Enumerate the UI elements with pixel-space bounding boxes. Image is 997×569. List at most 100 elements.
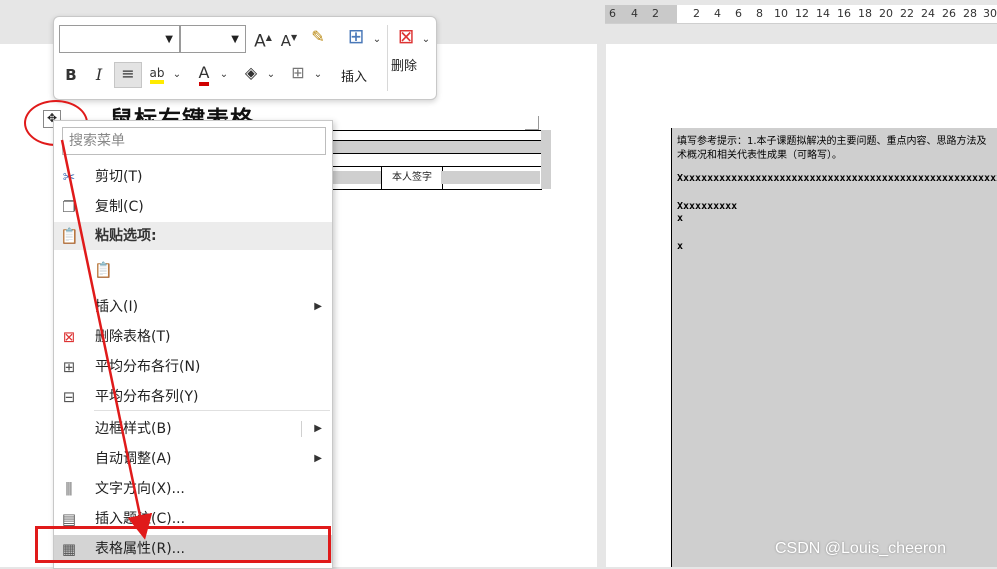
chevron-down-icon[interactable]: ⌄ bbox=[312, 64, 324, 88]
menu-item-label: 复制(C) bbox=[95, 199, 144, 215]
ruler-tick: 28 bbox=[963, 7, 977, 20]
distribute-rows-icon: ⊞ bbox=[62, 358, 76, 376]
shrink-font-button[interactable]: A▼ bbox=[278, 27, 300, 51]
highlight-icon: ab bbox=[149, 66, 165, 84]
delete-table-icon[interactable]: ⊠ bbox=[394, 25, 418, 49]
ruler-tick: 6 bbox=[609, 7, 616, 20]
placeholder-text: x bbox=[677, 213, 684, 224]
signature-cell[interactable]: 本人签字 bbox=[381, 167, 443, 189]
chevron-down-icon[interactable]: ▼ bbox=[165, 34, 173, 45]
table-shaded-column bbox=[541, 130, 551, 189]
insert-table-icon[interactable]: ⊞ bbox=[344, 25, 368, 49]
borders-icon: ⊞ bbox=[291, 63, 305, 82]
chevron-right-icon: ▶ bbox=[314, 301, 322, 312]
table-cell bbox=[441, 171, 540, 184]
placeholder-text: x bbox=[677, 241, 684, 252]
chevron-right-icon: ▶ bbox=[314, 423, 322, 434]
chevron-right-icon: ▶ bbox=[314, 453, 322, 464]
ruler-tick: 16 bbox=[837, 7, 851, 20]
menu-item-label: 粘贴选项: bbox=[95, 228, 157, 244]
page-corner-mark bbox=[538, 116, 539, 130]
menu-item-label: 插入(I) bbox=[95, 299, 139, 315]
menu-item-label: 边框样式(B) bbox=[95, 421, 172, 437]
highlight-button[interactable]: ab bbox=[144, 62, 170, 86]
menu-item-label: 自动调整(A) bbox=[95, 451, 172, 467]
paste-keep-format-button[interactable]: 📋 bbox=[54, 255, 332, 285]
menu-item-autofit[interactable]: 自动调整(A) ▶ bbox=[54, 445, 332, 473]
ruler-tick: 20 bbox=[879, 7, 893, 20]
menu-paste-options-header: 📋 粘贴选项: bbox=[54, 222, 332, 250]
ruler-tick: 14 bbox=[816, 7, 830, 20]
submenu-divider bbox=[301, 421, 302, 437]
menu-item-label: 平均分布各列(Y) bbox=[95, 389, 199, 405]
font-name-combo[interactable]: ▼ bbox=[59, 25, 180, 53]
annotation-highlight-box bbox=[35, 526, 331, 563]
ruler-tick: 8 bbox=[756, 7, 763, 20]
chevron-down-icon[interactable]: ⌄ bbox=[218, 64, 230, 88]
ruler-tick: 2 bbox=[693, 7, 700, 20]
table-row: 本人签字 bbox=[331, 166, 541, 189]
format-painter-button[interactable]: ✎ bbox=[306, 26, 330, 50]
menu-item-distribute-rows[interactable]: ⊞ 平均分布各行(N) bbox=[54, 353, 332, 381]
menu-item-copy[interactable]: ❐ 复制(C) bbox=[54, 193, 332, 221]
menu-item-distribute-columns[interactable]: ⊟ 平均分布各列(Y) bbox=[54, 383, 332, 411]
ruler-tick: 2 bbox=[652, 7, 659, 20]
hint-text: 填写参考提示：1.本子课题拟解决的主要问题、重点内容、思路方法及 bbox=[677, 136, 987, 147]
placeholder-text: Xxxxxxxxxx bbox=[677, 201, 738, 212]
ruler-tick: 30 bbox=[983, 7, 997, 20]
font-color-button[interactable]: A bbox=[192, 62, 216, 86]
document-table[interactable]: 本人签字 bbox=[330, 130, 542, 190]
menu-item-label: 剪切(T) bbox=[95, 169, 143, 185]
mini-toolbar: ▼ ▼ A▲ A▼ ✎ B I ≡ ab ⌄ A ⌄ ◈ ⌄ ⊞ ⌄ ⊞ ⌄ 插… bbox=[53, 16, 437, 100]
chevron-down-icon[interactable]: ⌄ bbox=[421, 29, 431, 53]
table-row bbox=[331, 141, 541, 154]
insert-button[interactable]: 插入 bbox=[341, 66, 367, 85]
menu-divider bbox=[94, 410, 330, 411]
ruler-tick: 6 bbox=[735, 7, 742, 20]
text-direction-icon: ⫼ bbox=[65, 480, 73, 498]
table-row bbox=[331, 131, 541, 141]
ruler-tick: 10 bbox=[774, 7, 788, 20]
ruler-tick: 4 bbox=[714, 7, 721, 20]
ruler-tick: 4 bbox=[631, 7, 638, 20]
chevron-down-icon[interactable]: ⌄ bbox=[372, 29, 382, 53]
delete-button[interactable]: 删除 bbox=[391, 55, 417, 74]
align-center-icon: ≡ bbox=[121, 64, 135, 83]
shrink-font-icon: A bbox=[280, 32, 292, 50]
paste-icon: 📋 bbox=[60, 227, 79, 245]
toolbar-separator bbox=[387, 25, 388, 91]
center-align-button[interactable]: ≡ bbox=[114, 62, 142, 88]
horizontal-ruler[interactable]: 6 4 2 2 4 6 8 10 12 14 16 18 20 22 24 26… bbox=[605, 5, 997, 24]
menu-item-delete-table[interactable]: ⊠ 删除表格(T) bbox=[54, 323, 332, 351]
menu-search-input[interactable]: 搜索菜单 bbox=[62, 127, 326, 155]
shading-button[interactable]: ◈ bbox=[239, 62, 263, 86]
ruler-tick: 12 bbox=[795, 7, 809, 20]
delete-table-icon: ⊠ bbox=[62, 328, 76, 346]
menu-item-text-direction[interactable]: ⫼ 文字方向(X)... bbox=[54, 475, 332, 503]
chevron-down-icon[interactable]: ⌄ bbox=[265, 64, 277, 88]
bold-button[interactable]: B bbox=[60, 64, 82, 88]
borders-button[interactable]: ⊞ bbox=[286, 62, 310, 86]
ruler-tick: 24 bbox=[921, 7, 935, 20]
grow-font-button[interactable]: A▲ bbox=[252, 27, 274, 52]
font-color-icon: A bbox=[198, 63, 210, 86]
scissors-icon: ✂ bbox=[62, 168, 76, 186]
context-menu: 搜索菜单 ✂ 剪切(T) ❐ 复制(C) 📋 粘贴选项: 📋 插入(I) ▶ ⊠… bbox=[53, 120, 333, 569]
menu-item-label: 平均分布各行(N) bbox=[95, 359, 201, 375]
chevron-down-icon[interactable]: ⌄ bbox=[171, 64, 183, 88]
italic-button[interactable]: I bbox=[88, 64, 110, 88]
hint-text: 术概况和相关代表性成果（可略写）。 bbox=[677, 150, 842, 161]
ruler-tick: 18 bbox=[858, 7, 872, 20]
chevron-down-icon[interactable]: ▼ bbox=[231, 34, 239, 45]
font-size-combo[interactable]: ▼ bbox=[180, 25, 246, 53]
menu-item-insert[interactable]: 插入(I) ▶ bbox=[54, 293, 332, 321]
paint-bucket-icon: ◈ bbox=[244, 63, 258, 82]
menu-item-cut[interactable]: ✂ 剪切(T) bbox=[54, 163, 332, 191]
ruler-tick: 22 bbox=[900, 7, 914, 20]
placeholder-text: Xxxxxxxxxxxxxxxxxxxxxxxxxxxxxxxxxxxxxxxx… bbox=[677, 173, 997, 184]
grow-font-icon: A bbox=[254, 31, 266, 52]
copy-icon: ❐ bbox=[62, 198, 76, 216]
menu-item-label: 删除表格(T) bbox=[95, 329, 171, 345]
menu-item-border-style[interactable]: 边框样式(B) ▶ bbox=[54, 415, 332, 443]
format-painter-icon: ✎ bbox=[311, 27, 325, 46]
